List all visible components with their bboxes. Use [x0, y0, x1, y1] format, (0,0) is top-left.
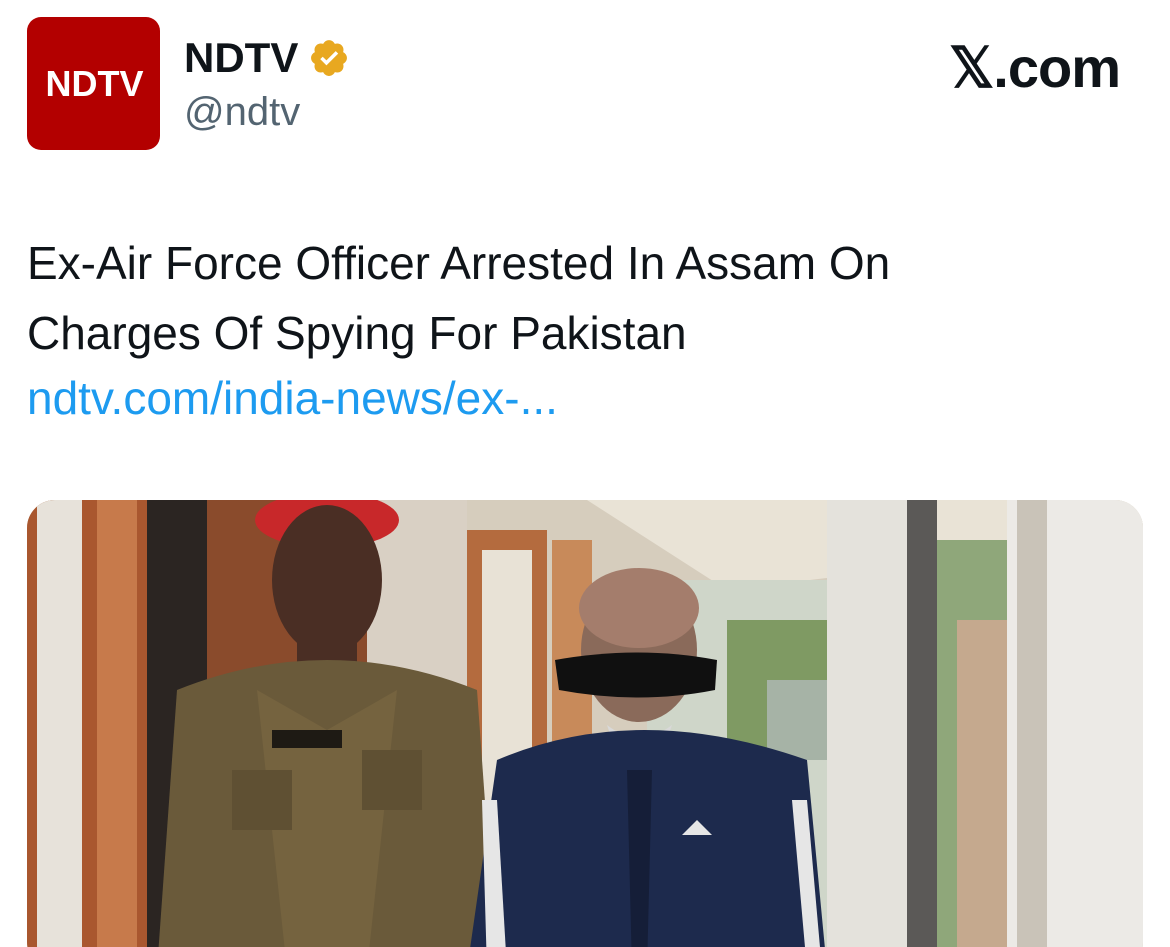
tweet-screenshot: NDTV NDTV @ndtv 𝕏.com Ex-Air Force Offic… — [0, 0, 1170, 947]
x-brand-label: 𝕏.com — [949, 36, 1121, 99]
display-name[interactable]: NDTV — [184, 34, 298, 82]
tweet-text-line-1: Ex-Air Force Officer Arrested In Assam O… — [27, 237, 891, 289]
verified-badge-icon — [311, 40, 348, 76]
display-name-row: NDTV — [184, 34, 350, 82]
avatar-logo-text: NDTV — [45, 62, 144, 104]
media-photo — [27, 500, 1143, 947]
avatar[interactable]: NDTV — [27, 17, 160, 150]
tweet-media-image[interactable] — [27, 500, 1143, 947]
tweet-text-line-2: Charges Of Spying For Pakistan — [27, 307, 687, 359]
account-handle[interactable]: @ndtv — [184, 88, 300, 136]
tweet-text: Ex-Air Force Officer Arrested In Assam O… — [27, 228, 1127, 368]
tweet-link[interactable]: ndtv.com/india-news/ex-... — [27, 368, 558, 428]
